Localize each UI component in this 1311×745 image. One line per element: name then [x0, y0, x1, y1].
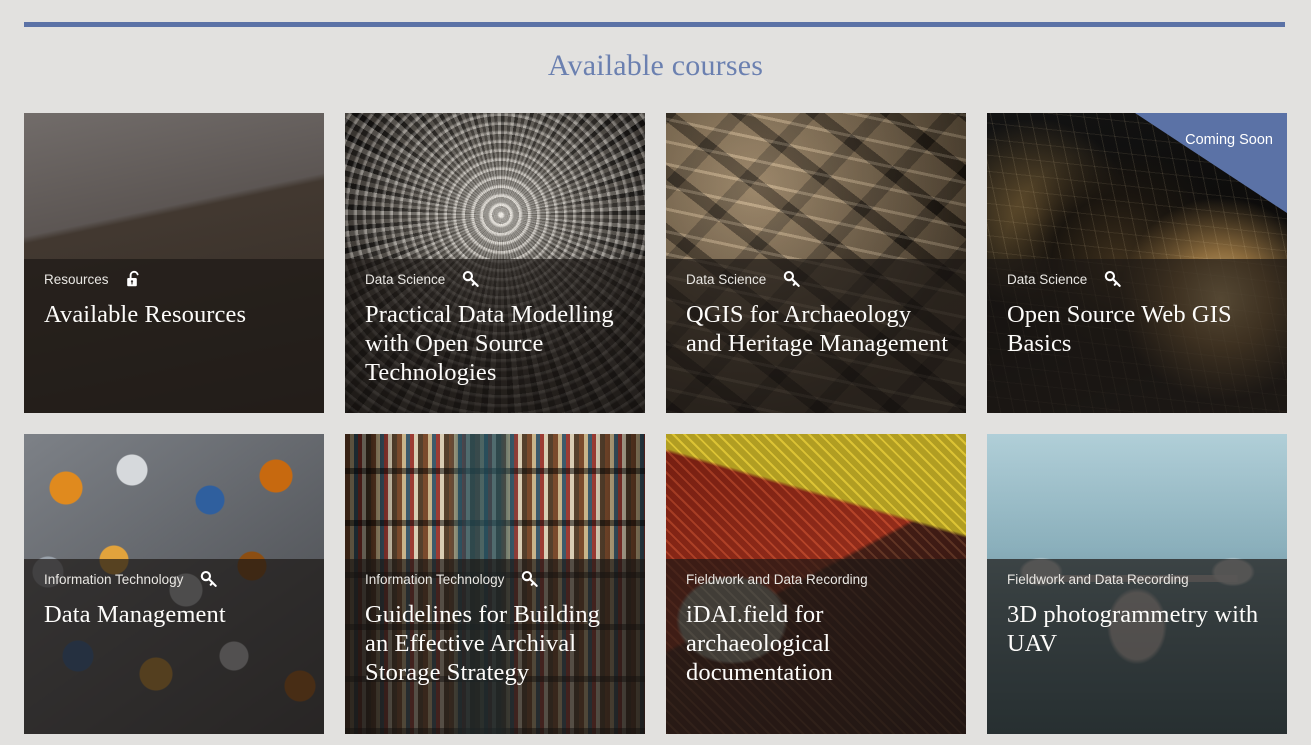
course-category[interactable]: Data Science [1007, 272, 1087, 287]
course-meta: Data Science [365, 270, 629, 288]
course-card[interactable]: Data Science QGIS for Archaeology and Her… [666, 113, 966, 413]
course-meta: Fieldwork and Data Recording [1007, 570, 1271, 588]
course-category[interactable]: Information Technology [365, 572, 504, 587]
page-title: Available courses [547, 49, 764, 82]
course-card-body: Information Technology Data Management [44, 559, 308, 734]
course-card[interactable]: Information Technology Guidelines for Bui… [345, 434, 645, 734]
course-card-body: Resources Available Resources [44, 259, 308, 413]
course-category[interactable]: Data Science [365, 272, 445, 287]
course-title[interactable]: QGIS for Archaeology and Heritage Manage… [686, 300, 950, 358]
course-meta: Data Science [686, 270, 950, 288]
course-category[interactable]: Resources [44, 272, 109, 287]
course-title[interactable]: Available Resources [44, 300, 308, 329]
course-category[interactable]: Information Technology [44, 572, 183, 587]
key-icon [462, 270, 480, 288]
course-meta: Information Technology [365, 570, 629, 588]
course-meta: Resources [44, 270, 308, 288]
course-card-body: Data Science QGIS for Archaeology and Her… [686, 259, 950, 413]
header-accent-rule [24, 22, 1285, 27]
course-meta: Information Technology [44, 570, 308, 588]
course-card-body: Data Science Open Source Web GIS Basics [1007, 259, 1271, 413]
course-card-body: Fieldwork and Data Recording 3D photogram… [1007, 559, 1271, 734]
course-card[interactable]: Data Science Practical Data Modelling wit… [345, 113, 645, 413]
course-title[interactable]: Data Management [44, 600, 308, 629]
unlock-icon [126, 270, 143, 288]
course-title[interactable]: Open Source Web GIS Basics [1007, 300, 1271, 358]
course-card[interactable]: Resources Available Resources [24, 113, 324, 413]
course-title[interactable]: Practical Data Modelling with Open Sourc… [365, 300, 629, 387]
course-title[interactable]: Guidelines for Building an Effective Arc… [365, 600, 629, 687]
course-card-body: Data Science Practical Data Modelling wit… [365, 259, 629, 413]
key-icon [783, 270, 801, 288]
course-grid: Resources Available Resources Data Science… [24, 113, 1287, 734]
course-card[interactable]: Fieldwork and Data Recording 3D photogram… [987, 434, 1287, 734]
course-card[interactable]: Data Science Open Source Web GIS Basics Co… [987, 113, 1287, 413]
key-icon [200, 570, 218, 588]
course-card-body: Fieldwork and Data Recording iDAI.field f… [686, 559, 950, 734]
course-category[interactable]: Fieldwork and Data Recording [1007, 572, 1189, 587]
course-listing-page: Available courses Resources Available Res… [0, 0, 1311, 745]
course-card[interactable]: Fieldwork and Data Recording iDAI.field f… [666, 434, 966, 734]
course-category[interactable]: Data Science [686, 272, 766, 287]
key-icon [1104, 270, 1122, 288]
key-icon [521, 570, 539, 588]
course-card-body: Information Technology Guidelines for Bui… [365, 559, 629, 734]
course-meta: Fieldwork and Data Recording [686, 570, 950, 588]
course-card[interactable]: Information Technology Data Management [24, 434, 324, 734]
course-meta: Data Science [1007, 270, 1271, 288]
course-title[interactable]: iDAI.field for archaeological documentat… [686, 600, 950, 687]
course-category[interactable]: Fieldwork and Data Recording [686, 572, 868, 587]
course-title[interactable]: 3D photogrammetry with UAV [1007, 600, 1271, 658]
